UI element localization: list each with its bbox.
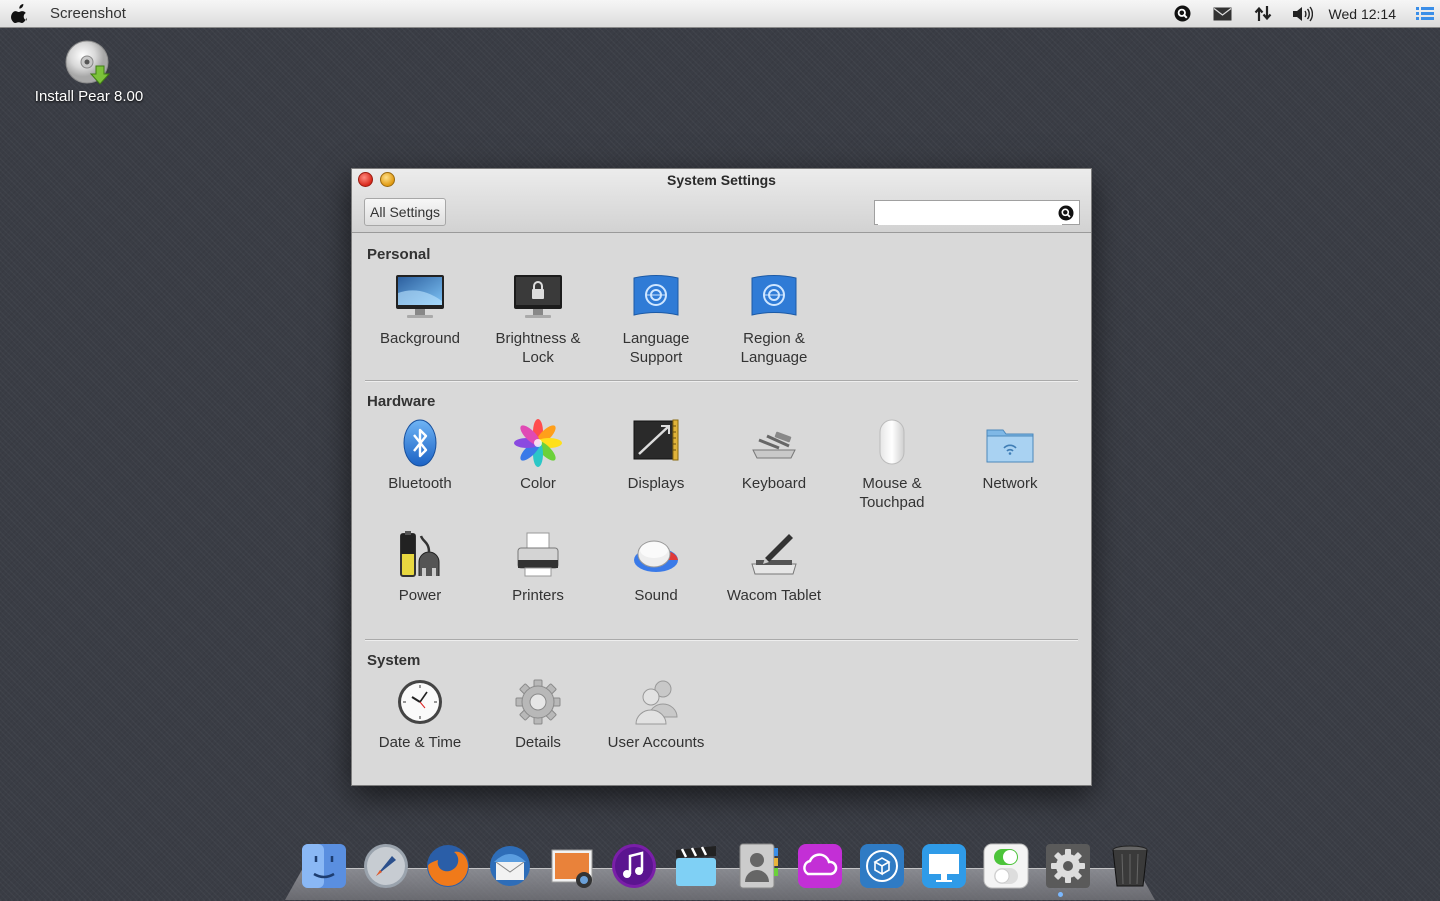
settings-item-color[interactable]: Color	[479, 418, 597, 493]
apple-menu-icon[interactable]	[11, 4, 29, 23]
settings-item-label: Sound	[634, 587, 678, 604]
system-settings-window: System Settings All Settings Personal Ba…	[351, 168, 1092, 786]
settings-item-displays[interactable]: Displays	[597, 418, 715, 493]
dock-running-indicator	[1058, 892, 1063, 897]
language-flag-icon	[633, 275, 679, 316]
displays-icon	[633, 419, 679, 461]
settings-item-brightness-lock[interactable]: Brightness & Lock	[479, 273, 597, 367]
settings-item-date-time[interactable]: Date & Time	[361, 677, 479, 752]
dock-music-icon[interactable]	[603, 842, 665, 894]
window-titlebar[interactable]: System Settings All Settings	[352, 169, 1091, 233]
dock-app-store-icon[interactable]	[851, 842, 913, 894]
all-settings-button[interactable]: All Settings	[364, 198, 447, 226]
region-flag-icon	[751, 275, 797, 316]
settings-item-label: Bluetooth	[388, 475, 452, 492]
volume-icon[interactable]	[1283, 0, 1323, 27]
settings-item-label: User Accounts	[607, 734, 705, 751]
disc-install-icon	[65, 40, 111, 85]
clock-icon	[398, 680, 442, 724]
dock-firefox-icon[interactable]	[417, 842, 479, 894]
settings-item-label: Wacom Tablet	[726, 587, 822, 604]
search-icon[interactable]	[1058, 205, 1074, 221]
dock-toggle-switches-icon[interactable]	[975, 842, 1037, 894]
settings-item-sound[interactable]: Sound	[597, 530, 715, 605]
dock-launchpad-icon[interactable]	[355, 842, 417, 894]
settings-item-label: Region & Language	[740, 330, 808, 366]
desktop-icon-label: Install Pear 8.00	[34, 88, 144, 105]
battery-plug-icon	[400, 531, 440, 577]
settings-item-printers[interactable]: Printers	[479, 530, 597, 605]
gear-icon	[515, 679, 561, 725]
settings-item-mouse-touchpad[interactable]: Mouse & Touchpad	[833, 418, 951, 512]
settings-item-wacom-tablet[interactable]: Wacom Tablet	[715, 530, 833, 605]
search-field[interactable]	[874, 200, 1080, 225]
monitor-wallpaper-icon	[396, 275, 444, 318]
active-app-name[interactable]: Screenshot	[50, 5, 126, 22]
tablet-pen-icon	[751, 534, 797, 575]
search-icon[interactable]	[1163, 0, 1203, 27]
settings-item-user-accounts[interactable]: User Accounts	[597, 677, 715, 752]
mail-icon[interactable]	[1203, 0, 1243, 27]
desktop-install-disc[interactable]: Install Pear 8.00	[30, 40, 148, 105]
settings-item-region-language[interactable]: Region & Language	[715, 273, 833, 367]
dock-contacts-icon[interactable]	[727, 842, 789, 894]
settings-item-details[interactable]: Details	[479, 677, 597, 752]
network-folder-icon	[986, 429, 1034, 463]
section-title-hardware: Hardware	[367, 393, 436, 410]
settings-item-label: Printers	[512, 587, 564, 604]
section-title-system: System	[367, 652, 421, 669]
dock-cloud-icon[interactable]	[789, 842, 851, 894]
dock-system-settings-icon[interactable]	[1037, 842, 1099, 894]
menubar-clock[interactable]: Wed 12:14	[1323, 6, 1410, 22]
settings-item-keyboard[interactable]: Keyboard	[715, 418, 833, 493]
monitor-lock-icon	[514, 275, 562, 318]
settings-item-bluetooth[interactable]: Bluetooth	[361, 418, 479, 493]
users-icon	[635, 680, 678, 725]
settings-item-label: Details	[515, 734, 561, 751]
menu-bar: Screenshot Wed 12:14	[0, 0, 1440, 28]
color-flower-icon	[514, 419, 562, 467]
settings-item-label: Network	[982, 475, 1038, 492]
settings-item-label: Date & Time	[378, 734, 462, 751]
settings-item-label: Keyboard	[741, 475, 807, 492]
dock-thunderbird-icon[interactable]	[479, 842, 541, 894]
dock-video-icon[interactable]	[665, 842, 727, 894]
settings-item-label: Language Support	[622, 330, 690, 366]
window-title: System Settings	[667, 172, 776, 188]
settings-item-label: Background	[379, 330, 461, 347]
settings-item-language-support[interactable]: Language Support	[597, 273, 715, 367]
dock-finder-icon[interactable]	[293, 842, 355, 894]
settings-item-network[interactable]: Network	[951, 418, 1069, 493]
search-input[interactable]	[878, 202, 1062, 225]
settings-item-label: Power	[398, 587, 442, 604]
sound-knob-icon	[634, 540, 678, 572]
list-icon[interactable]	[1410, 0, 1440, 27]
settings-item-background[interactable]: Background	[361, 273, 479, 348]
network-arrows-icon[interactable]	[1243, 0, 1283, 27]
section-title-personal: Personal	[367, 246, 431, 263]
section-divider	[365, 639, 1078, 641]
settings-item-power[interactable]: Power	[361, 530, 479, 605]
dock-screen-sharing-icon[interactable]	[913, 842, 975, 894]
settings-item-label: Mouse & Touchpad	[859, 475, 925, 511]
dock	[293, 842, 1161, 894]
section-divider	[365, 380, 1078, 382]
settings-item-label: Color	[520, 475, 556, 492]
dock-photos-icon[interactable]	[541, 842, 603, 894]
dock-trash-icon[interactable]	[1099, 842, 1161, 894]
settings-item-label: Brightness & Lock	[495, 330, 581, 366]
bluetooth-icon	[403, 419, 437, 467]
mouse-icon	[879, 419, 905, 465]
keyboard-icon	[752, 431, 796, 459]
settings-item-label: Displays	[627, 475, 685, 492]
printer-icon	[517, 532, 559, 577]
